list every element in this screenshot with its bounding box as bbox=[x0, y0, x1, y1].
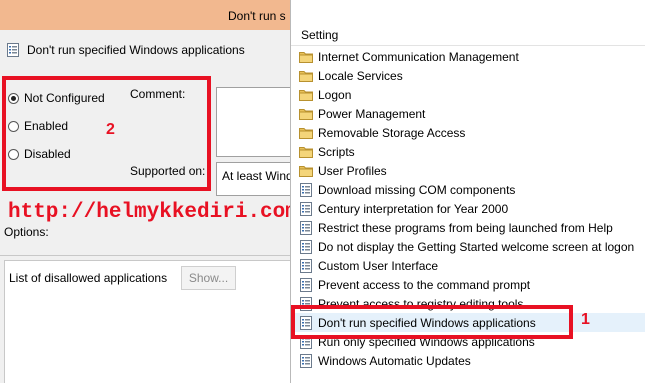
section-divider bbox=[0, 255, 290, 256]
policy-setting-dialog: Don't run s Don't run specified Windows … bbox=[0, 0, 290, 383]
annotation-number-2: 2 bbox=[106, 121, 115, 138]
folder-icon bbox=[299, 50, 313, 64]
list-item-label: Custom User Interface bbox=[318, 258, 439, 273]
annotation-box-1 bbox=[291, 305, 573, 339]
folder-list-item[interactable]: Removable Storage Access bbox=[291, 123, 645, 142]
dialog-titlebar[interactable]: Don't run s bbox=[0, 0, 290, 30]
list-item-label: Logon bbox=[318, 87, 352, 102]
annotation-number-1: 1 bbox=[581, 311, 590, 328]
folder-icon bbox=[299, 107, 313, 121]
policy-list-item[interactable]: Century interpretation for Year 2000 bbox=[291, 199, 645, 218]
supported-on-value: At least Windo bbox=[222, 169, 290, 183]
policy-setting-icon bbox=[299, 258, 313, 273]
folder-list-item[interactable]: Power Management bbox=[291, 104, 645, 123]
list-item-label: Century interpretation for Year 2000 bbox=[318, 201, 509, 216]
policy-header: Don't run specified Windows applications bbox=[6, 42, 245, 58]
folder-list-item[interactable]: Locale Services bbox=[291, 66, 645, 85]
list-item-label: Prevent access to the command prompt bbox=[318, 277, 531, 292]
column-header-label: Setting bbox=[301, 28, 339, 42]
list-item-label: Internet Communication Management bbox=[318, 49, 519, 64]
list-item-label: User Profiles bbox=[318, 163, 387, 178]
folder-icon bbox=[299, 88, 313, 102]
policy-setting-icon bbox=[299, 277, 313, 292]
options-panel: List of disallowed applications Show... bbox=[4, 260, 290, 383]
list-item-label: Locale Services bbox=[318, 68, 403, 83]
policy-name: Don't run specified Windows applications bbox=[27, 43, 245, 57]
policy-setting-icon bbox=[6, 43, 20, 57]
list-item-label: Windows Automatic Updates bbox=[318, 353, 471, 368]
dialog-title: Don't run s bbox=[228, 9, 286, 23]
setting-column-header[interactable]: Setting bbox=[291, 25, 645, 46]
policy-list-item[interactable]: Prevent access to the command prompt bbox=[291, 275, 645, 294]
list-item-label: Removable Storage Access bbox=[318, 125, 466, 140]
folder-list-item[interactable]: Logon bbox=[291, 85, 645, 104]
policy-list-item[interactable]: Custom User Interface bbox=[291, 256, 645, 275]
list-item-label: Do not display the Getting Started welco… bbox=[318, 239, 635, 254]
list-item-label: Power Management bbox=[318, 106, 426, 121]
folder-icon bbox=[299, 126, 313, 140]
comment-textarea[interactable] bbox=[216, 87, 290, 157]
policy-list-item[interactable]: Restrict these programs from being launc… bbox=[291, 218, 645, 237]
folder-icon bbox=[299, 164, 313, 178]
disallowed-apps-label: List of disallowed applications bbox=[9, 271, 168, 285]
policy-setting-icon bbox=[299, 182, 313, 197]
list-item-label: Download missing COM components bbox=[318, 182, 516, 197]
list-item-label: Scripts bbox=[318, 144, 355, 159]
policy-setting-icon bbox=[299, 201, 313, 216]
watermark-url: http://helmykkediri.com/ bbox=[8, 201, 290, 224]
folder-list-item[interactable]: User Profiles bbox=[291, 161, 645, 180]
policy-setting-icon bbox=[299, 220, 313, 235]
list-item-label: Restrict these programs from being launc… bbox=[318, 220, 613, 235]
folder-icon bbox=[299, 69, 313, 83]
folder-list-item[interactable]: Internet Communication Management bbox=[291, 47, 645, 66]
folder-list-item[interactable]: Scripts bbox=[291, 142, 645, 161]
options-label: Options: bbox=[4, 225, 49, 239]
supported-on-field[interactable]: At least Windo bbox=[216, 162, 290, 196]
settings-pane: Setting Internet Communication Managemen… bbox=[290, 0, 645, 383]
show-button[interactable]: Show... bbox=[181, 266, 236, 290]
folder-icon bbox=[299, 145, 313, 159]
policy-list-item[interactable]: Windows Automatic Updates bbox=[291, 351, 645, 370]
policy-setting-icon bbox=[299, 239, 313, 254]
policy-list-item[interactable]: Do not display the Getting Started welco… bbox=[291, 237, 645, 256]
policy-setting-icon bbox=[299, 353, 313, 368]
policy-list-item[interactable]: Download missing COM components bbox=[291, 180, 645, 199]
